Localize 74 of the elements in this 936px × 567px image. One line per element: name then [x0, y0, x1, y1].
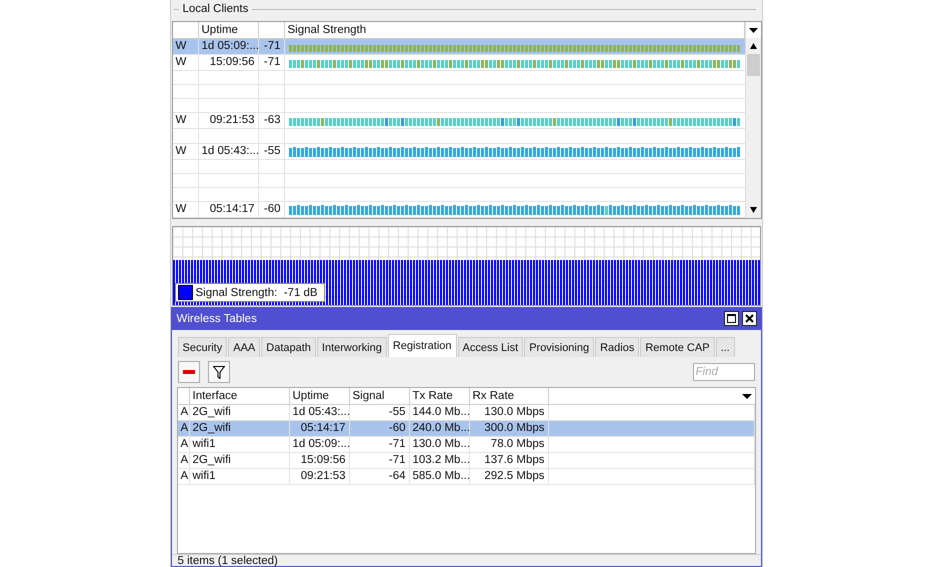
status-text: 5 items (1 selected)	[178, 555, 278, 567]
table-cell: -71	[264, 56, 280, 68]
tab[interactable]: Radios	[595, 337, 640, 357]
table-row[interactable]: W 09:21:53 -63	[172, 113, 744, 130]
table-cell: -71	[388, 454, 406, 466]
table-cell: -55	[264, 144, 280, 157]
table-cell: 78.0 Mbps	[490, 438, 544, 450]
up-arrow-icon	[750, 43, 756, 49]
table-cell: 130.0 Mbps	[484, 406, 544, 418]
table-row[interactable]: W 05:14:17 -60	[172, 202, 744, 218]
table-cell: A	[180, 470, 188, 482]
table-cell: 292.5 Mbps	[484, 470, 544, 482]
tab[interactable]: Security	[178, 337, 228, 357]
table-cell: W	[176, 144, 186, 157]
legend-label: Signal Strength: -71 dB	[196, 286, 318, 298]
table-cell: 05:14:17	[210, 202, 254, 215]
maximize-button[interactable]	[724, 311, 738, 326]
table-cell: -60	[264, 202, 280, 215]
table-cell: W	[176, 114, 186, 126]
tab[interactable]: AAA	[228, 337, 260, 357]
tab[interactable]: Access List	[458, 337, 524, 357]
close-icon	[744, 314, 754, 323]
table-cell: wifi1	[192, 470, 216, 482]
table-cell: A	[180, 438, 188, 450]
table-cell: -64	[388, 470, 406, 482]
table-cell: A	[180, 422, 188, 434]
table-cell: 09:21:53	[210, 114, 254, 126]
table-cell: -60	[388, 422, 406, 434]
tab[interactable]: Provisioning	[524, 337, 594, 357]
table-cell: 05:14:17	[300, 422, 346, 434]
group-title: Local Clients	[182, 3, 248, 15]
column-header[interactable]: Uptime	[198, 22, 258, 38]
tab[interactable]: Datapath	[261, 337, 316, 357]
table-cell: W	[176, 40, 186, 52]
table-cell: -71	[388, 438, 406, 450]
table-cell: -63	[264, 114, 280, 126]
window-title: Wireless Tables	[176, 312, 258, 324]
table-cell: 300.0 Mbps	[484, 422, 544, 434]
tab[interactable]: ...	[716, 337, 735, 357]
remove-button[interactable]	[178, 361, 200, 383]
table-cell: -55	[388, 406, 406, 418]
column-header[interactable]: Uptime	[290, 388, 350, 404]
filter-button[interactable]	[208, 361, 230, 383]
table-cell: 09:21:53	[300, 470, 346, 482]
down-triangle-icon	[748, 28, 758, 32]
table-cell: 2G_wifi	[192, 406, 231, 418]
find-field[interactable]: Find	[692, 363, 754, 381]
table-cell: A	[180, 454, 188, 466]
down-arrow-icon	[750, 207, 756, 213]
tab[interactable]: Registration	[388, 334, 457, 357]
tab[interactable]: Remote CAP	[640, 337, 715, 357]
table-cell: 15:09:56	[210, 56, 254, 68]
scrollbar-thumb[interactable]	[746, 54, 760, 76]
column-header[interactable]: Interface	[190, 388, 290, 404]
column-header[interactable]: Tx Rate	[410, 388, 470, 404]
table-cell: 137.6 Mbps	[484, 454, 544, 466]
maximize-icon	[726, 314, 736, 323]
column-header[interactable]: Signal	[350, 388, 410, 404]
table-cell: W	[176, 202, 186, 215]
dropdown-button[interactable]	[746, 22, 760, 38]
close-button[interactable]	[742, 311, 756, 326]
table-cell: 15:09:56	[300, 454, 346, 466]
minus-icon	[182, 370, 194, 374]
table-cell: 2G_wifi	[192, 454, 231, 466]
table-cell: wifi1	[192, 438, 216, 450]
column-header[interactable]: Rx Rate	[470, 388, 548, 404]
table-cell: 2G_wifi	[192, 422, 231, 434]
table-cell: -71	[264, 40, 280, 52]
table-row[interactable]: W 15:09:56 -71	[172, 55, 744, 71]
filter-icon	[212, 366, 224, 378]
down-triangle-icon[interactable]	[742, 394, 752, 398]
table-cell: A	[180, 406, 188, 418]
tab[interactable]: Interworking	[316, 337, 387, 357]
table-cell: W	[176, 56, 186, 68]
